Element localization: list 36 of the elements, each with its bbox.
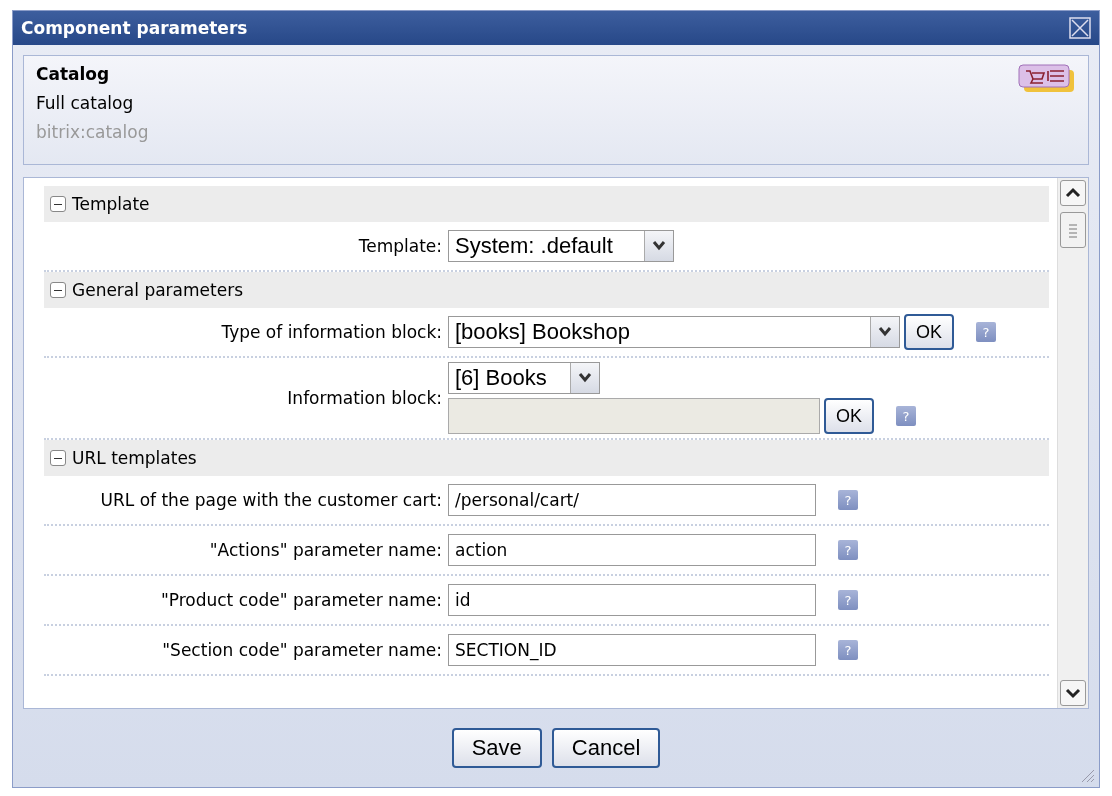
cart-list-icon bbox=[1018, 64, 1076, 94]
ok-button[interactable]: OK bbox=[904, 314, 954, 350]
collapse-icon[interactable] bbox=[50, 282, 66, 298]
section-header[interactable]: URL templates bbox=[44, 440, 1049, 476]
field-label: "Actions" parameter name: bbox=[208, 539, 442, 561]
input-field[interactable]: /personal/cart/ bbox=[448, 484, 816, 516]
component-description: Full catalog bbox=[36, 93, 135, 113]
input-field[interactable]: action bbox=[448, 534, 816, 566]
section-header[interactable]: General parameters bbox=[44, 272, 1049, 308]
input-field[interactable]: id bbox=[448, 584, 816, 616]
field-label: Information block: bbox=[286, 387, 442, 409]
template-select[interactable]: System: .default bbox=[448, 230, 674, 262]
input-field[interactable]: SECTION_ID bbox=[448, 634, 816, 666]
field-label: URL of the page with the customer cart: bbox=[99, 489, 442, 511]
ok-button[interactable]: OK bbox=[824, 398, 874, 434]
scroll-down-icon[interactable] bbox=[1060, 680, 1086, 706]
iblock-type-select[interactable]: [books] Bookshop bbox=[448, 316, 900, 348]
field-label: "Section code" parameter name: bbox=[161, 639, 442, 661]
cancel-button[interactable]: Cancel bbox=[551, 728, 661, 768]
scroll-thumb[interactable] bbox=[1060, 212, 1086, 248]
component-id: bitrix:catalog bbox=[36, 122, 149, 142]
iblock-select[interactable]: [6] Books bbox=[448, 362, 600, 394]
field-label: Type of information block: bbox=[220, 321, 442, 343]
field-label: Template: bbox=[357, 235, 442, 257]
resize-grip-icon[interactable] bbox=[1079, 767, 1095, 783]
save-button[interactable]: Save bbox=[451, 728, 542, 768]
scroll-up-icon[interactable] bbox=[1060, 180, 1086, 206]
window-title: Component parameters bbox=[21, 18, 248, 38]
field-label: "Product code" parameter name: bbox=[159, 589, 442, 611]
input-field[interactable] bbox=[448, 398, 820, 434]
component-name: Catalog bbox=[36, 64, 111, 84]
scrollbar[interactable] bbox=[1057, 178, 1088, 708]
close-icon[interactable] bbox=[1069, 17, 1091, 39]
collapse-icon[interactable] bbox=[50, 196, 66, 212]
collapse-icon[interactable] bbox=[50, 450, 66, 466]
section-header[interactable]: Template bbox=[44, 186, 1049, 222]
